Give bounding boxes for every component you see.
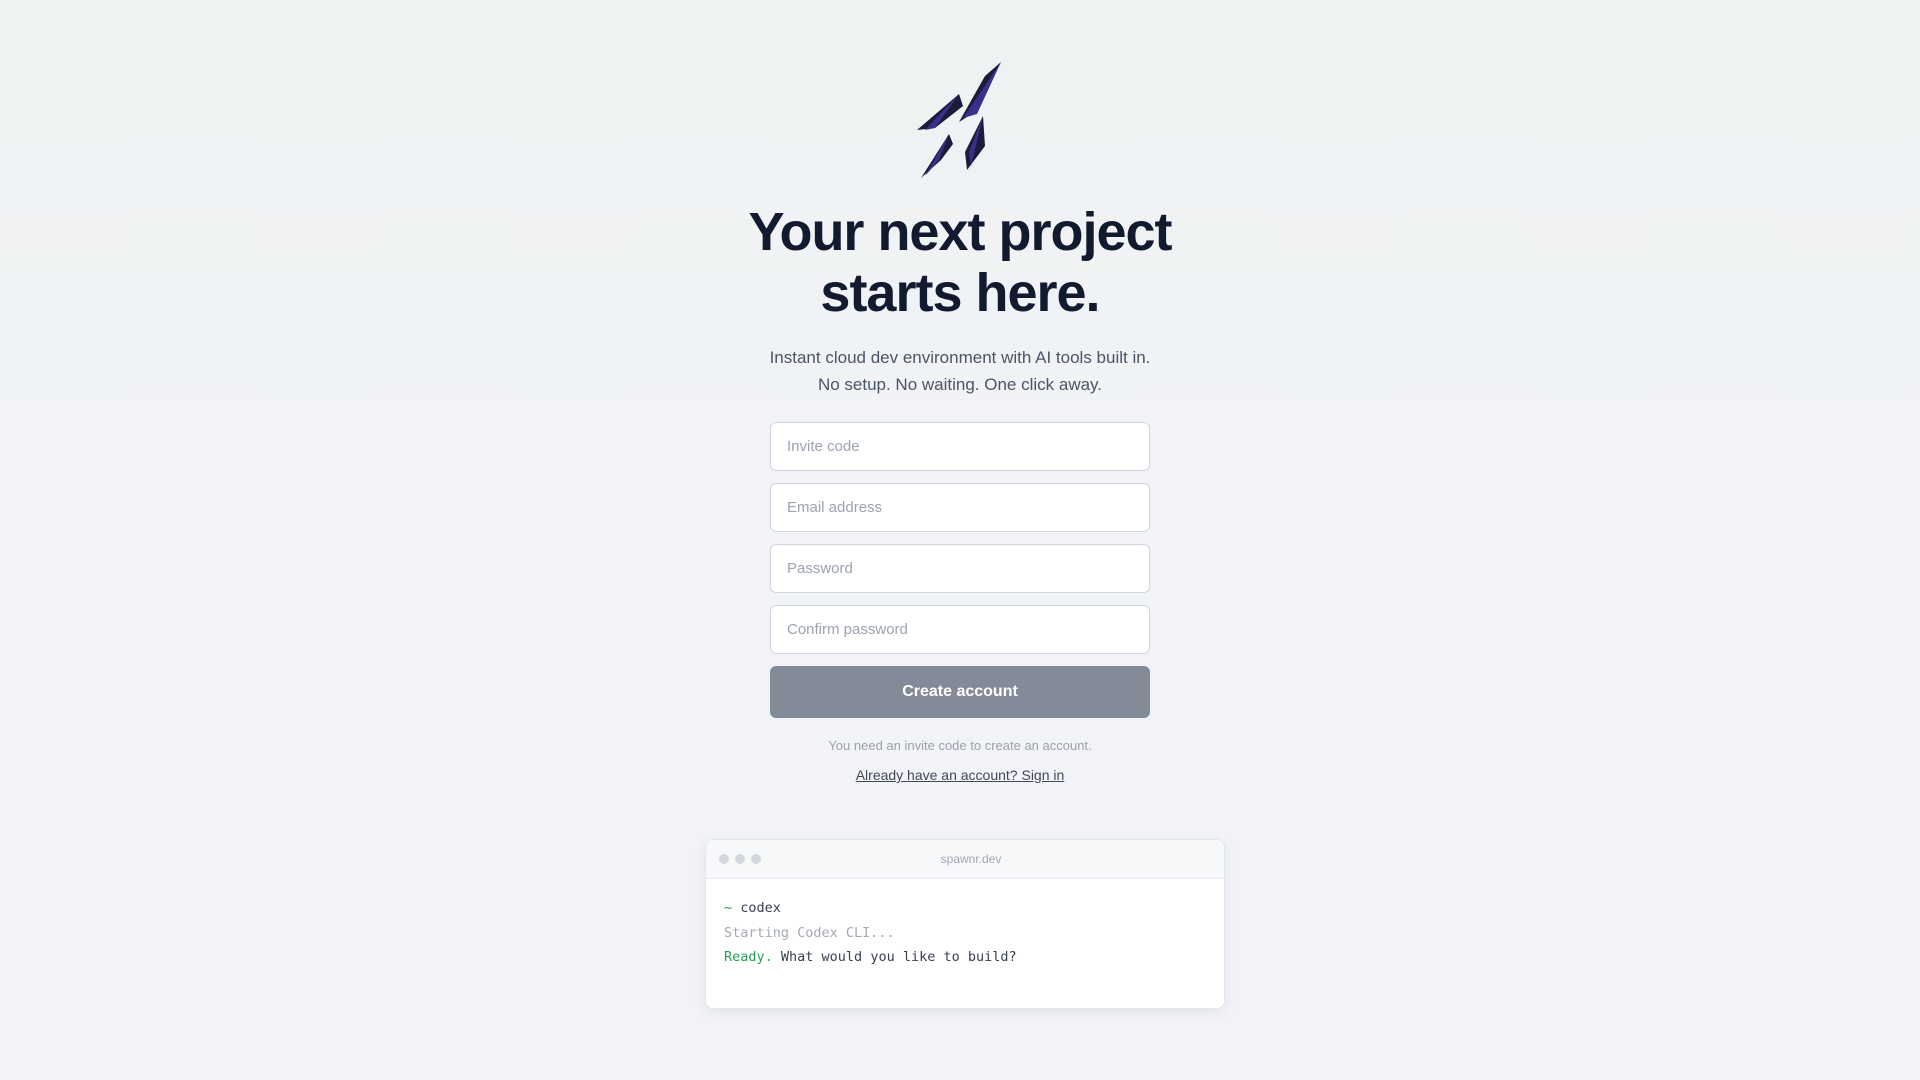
rocket-logo-icon	[917, 62, 1001, 178]
terminal-line-starting: Starting Codex CLI...	[724, 924, 895, 941]
terminal-title: spawnr.dev	[940, 852, 1002, 866]
headline-line-1: Your next project	[748, 202, 1172, 262]
terminal-body: ~ codex Starting Codex CLI... Ready. Wha…	[706, 879, 1224, 970]
create-account-button[interactable]: Create account	[770, 666, 1150, 718]
headline-line-2: starts here.	[820, 263, 1100, 323]
signup-page: Your next project starts here. Instant c…	[0, 0, 1920, 1080]
window-dot-icon	[719, 854, 729, 864]
ready-word: Ready.	[724, 949, 773, 965]
ready-message: What would you like to build?	[772, 949, 1017, 965]
window-dot-icon	[751, 854, 761, 864]
terminal-command: codex	[740, 900, 781, 916]
page-subtitle: Instant cloud dev environment with AI to…	[770, 344, 1151, 398]
window-dot-icon	[735, 854, 745, 864]
invite-code-input[interactable]	[770, 422, 1150, 471]
password-input[interactable]	[770, 544, 1150, 593]
signup-form: Create account	[770, 422, 1150, 718]
terminal-line-ready: Ready. What would you like to build?	[724, 945, 1206, 970]
subtitle-line-1: Instant cloud dev environment with AI to…	[769, 348, 1151, 367]
sign-in-link[interactable]: Already have an account? Sign in	[856, 767, 1065, 783]
page-title: Your next project starts here.	[748, 202, 1172, 324]
email-input[interactable]	[770, 483, 1150, 532]
terminal-preview: spawnr.dev ~ codex Starting Codex CLI...…	[705, 839, 1225, 1009]
window-controls	[719, 854, 767, 864]
terminal-title-bar: spawnr.dev	[706, 840, 1224, 879]
terminal-line-command: ~ codex	[724, 896, 1206, 921]
invite-hint: You need an invite code to create an acc…	[828, 738, 1092, 753]
subtitle-line-2: No setup. No waiting. One click away.	[817, 375, 1103, 394]
confirm-password-input[interactable]	[770, 605, 1150, 654]
prompt-symbol: ~	[724, 900, 733, 916]
